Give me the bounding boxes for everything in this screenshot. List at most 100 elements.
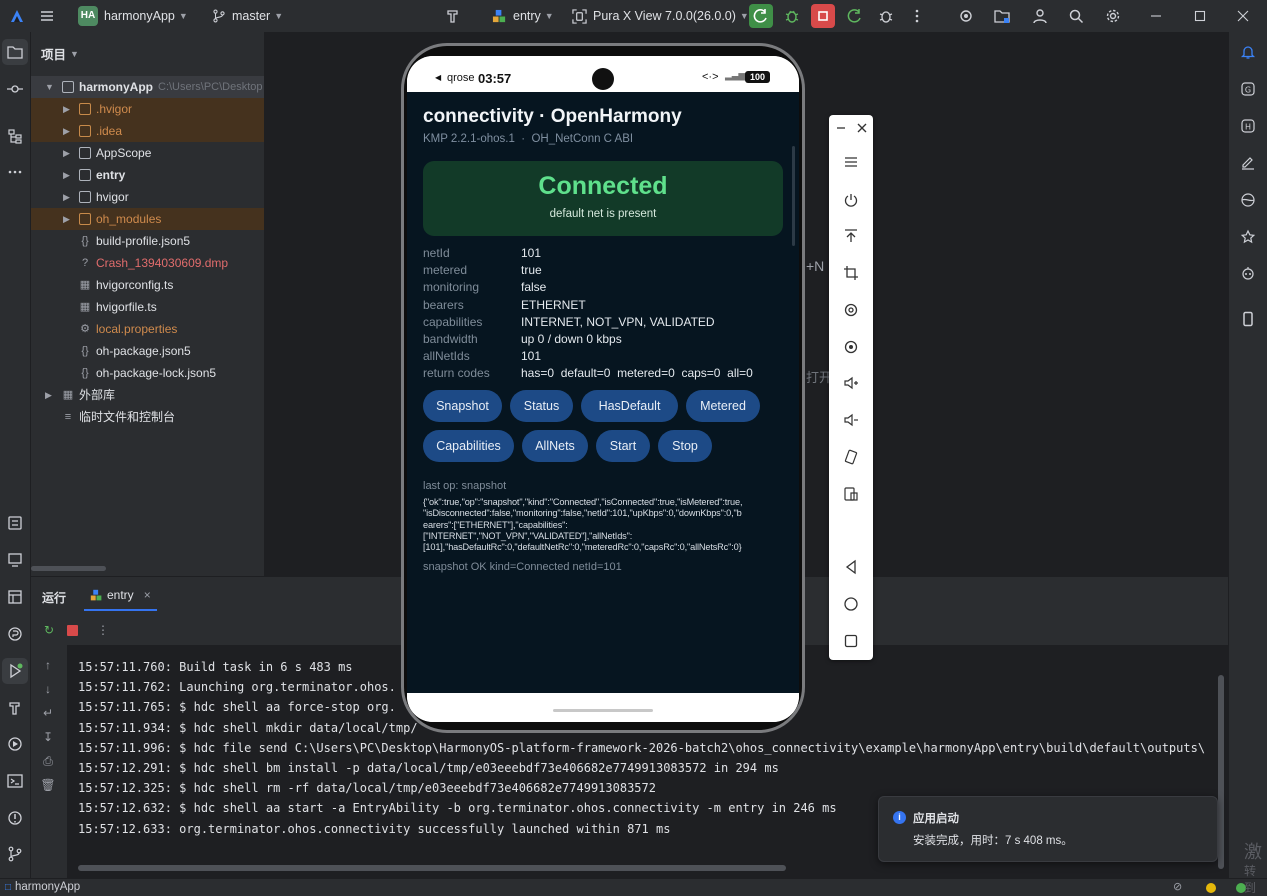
- tree-item[interactable]: ▶ .hvigor: [31, 98, 264, 120]
- rerun-icon[interactable]: ↻: [40, 621, 58, 639]
- hasdefault-button[interactable]: HasDefault: [581, 390, 678, 422]
- tree-item[interactable]: ▶ .idea: [31, 120, 264, 142]
- metered-button[interactable]: Metered: [686, 390, 760, 422]
- phone-screen[interactable]: ◀ qrose 03:57 <·> ▂▃▅ 100 connectivity ·…: [407, 56, 799, 722]
- build-hammer-icon[interactable]: [2, 695, 28, 721]
- h-plugin-icon[interactable]: H: [1237, 115, 1259, 137]
- more-vertical-icon[interactable]: [906, 5, 928, 27]
- app-scrollbar[interactable]: [792, 146, 795, 246]
- allnets-button[interactable]: AllNets: [522, 430, 588, 462]
- apply-changes-icon[interactable]: [844, 5, 866, 27]
- tree-item[interactable]: {} build-profile.json5: [31, 230, 264, 252]
- scroll-up-icon[interactable]: ↑: [39, 653, 57, 677]
- todo-icon[interactable]: [2, 510, 28, 536]
- profiler-icon[interactable]: [2, 621, 28, 647]
- robot-icon[interactable]: [1237, 262, 1259, 284]
- edit-note-icon[interactable]: [1237, 152, 1259, 174]
- star-badge-icon[interactable]: [1237, 226, 1259, 248]
- terminal-icon[interactable]: [2, 768, 28, 794]
- search-icon[interactable]: [1065, 5, 1087, 27]
- branch-selector[interactable]: master ▼: [212, 6, 283, 26]
- fold-device-icon[interactable]: [840, 483, 862, 505]
- hammer-build-icon[interactable]: [442, 5, 464, 27]
- g-plugin-icon[interactable]: G: [1237, 78, 1259, 100]
- tree-item[interactable]: ▦ hvigorconfig.ts: [31, 274, 264, 296]
- upload-icon[interactable]: [840, 225, 862, 247]
- problems-icon[interactable]: [2, 805, 28, 831]
- tree-item[interactable]: {} oh-package-lock.json5: [31, 362, 264, 384]
- rotate-device-icon[interactable]: [840, 446, 862, 468]
- home-indicator[interactable]: [553, 709, 653, 712]
- horizontal-scrollbar[interactable]: [31, 566, 106, 571]
- run-config-selector[interactable]: entry ▼: [492, 6, 554, 26]
- tree-item[interactable]: ? Crash_1394030609.dmp: [31, 252, 264, 274]
- close-window-icon[interactable]: [1232, 5, 1254, 27]
- tree-external-libs[interactable]: ▶ ▦ 外部库: [31, 384, 264, 406]
- warning-dot[interactable]: [1206, 883, 1216, 893]
- rotate-icon[interactable]: [840, 299, 862, 321]
- volume-down-icon[interactable]: [840, 409, 862, 431]
- main-menu-icon[interactable]: [36, 5, 58, 27]
- status-button[interactable]: Status: [510, 390, 573, 422]
- version-control-icon[interactable]: [2, 841, 28, 867]
- crop-screenshot-icon[interactable]: [840, 262, 862, 284]
- console-horizontal-scrollbar[interactable]: [78, 865, 786, 871]
- services-icon[interactable]: [2, 731, 28, 757]
- attach-debugger-icon[interactable]: [875, 5, 897, 27]
- project-selector[interactable]: HA harmonyApp ▼: [78, 6, 188, 26]
- debug-bug-icon[interactable]: [781, 5, 803, 27]
- start-button[interactable]: Start: [596, 430, 650, 462]
- snapshot-button[interactable]: Snapshot: [423, 390, 502, 422]
- tab-close-icon[interactable]: ×: [144, 588, 151, 602]
- menu-icon[interactable]: [840, 151, 862, 173]
- tree-scratches[interactable]: ≡ 临时文件和控制台: [31, 406, 264, 428]
- run-tool-icon[interactable]: [2, 658, 28, 684]
- device-manager-icon[interactable]: [2, 547, 28, 573]
- back-nav-icon[interactable]: [840, 556, 862, 578]
- power-icon[interactable]: [840, 189, 862, 211]
- rerun-button[interactable]: [749, 4, 773, 28]
- scroll-down-icon[interactable]: ↓: [39, 677, 57, 701]
- tree-item[interactable]: ▶ hvigor: [31, 186, 264, 208]
- scroll-to-end-icon[interactable]: ↧: [39, 725, 57, 749]
- layout-icon[interactable]: [2, 584, 28, 610]
- maximize-window-icon[interactable]: [1189, 5, 1211, 27]
- more-vertical-icon[interactable]: ⋮: [94, 621, 112, 639]
- console-vertical-scrollbar[interactable]: [1218, 675, 1224, 869]
- home-nav-icon[interactable]: [840, 593, 862, 615]
- project-panel-header[interactable]: 项目 ▼: [41, 44, 79, 63]
- close-emulator-icon[interactable]: [851, 117, 873, 139]
- project-folder-icon[interactable]: [2, 39, 28, 65]
- volume-up-icon[interactable]: [840, 372, 862, 394]
- soft-wrap-icon[interactable]: ↵: [39, 701, 57, 725]
- trash-icon[interactable]: 🗑: [39, 773, 57, 797]
- target-icon[interactable]: [955, 5, 977, 27]
- tree-item[interactable]: ⚙ local.properties: [31, 318, 264, 340]
- stop-button[interactable]: [811, 4, 835, 28]
- stop-button[interactable]: Stop: [658, 430, 712, 462]
- recents-nav-icon[interactable]: [840, 630, 862, 652]
- minimize-window-icon[interactable]: [1145, 5, 1167, 27]
- folder-sync-icon[interactable]: [991, 5, 1013, 27]
- status-project-name[interactable]: harmonyApp: [15, 879, 80, 895]
- tree-item[interactable]: ▶ AppScope: [31, 142, 264, 164]
- commit-icon[interactable]: [2, 76, 28, 102]
- tree-item[interactable]: {} oh-package.json5: [31, 340, 264, 362]
- tab-entry[interactable]: entry ×: [84, 581, 157, 611]
- gear-icon[interactable]: [1102, 5, 1124, 27]
- notifications-bell-icon[interactable]: [1237, 41, 1259, 63]
- device-selector[interactable]: Pura X View 7.0.0(26.0.0) ▼: [572, 6, 749, 26]
- account-icon[interactable]: [1029, 5, 1051, 27]
- phone-device-icon[interactable]: [1237, 308, 1259, 330]
- globe-icon[interactable]: [1237, 189, 1259, 211]
- capabilities-button[interactable]: Capabilities: [423, 430, 514, 462]
- more-horizontal-icon[interactable]: [2, 159, 28, 185]
- tree-item[interactable]: ▶ entry: [31, 164, 264, 186]
- tree-root[interactable]: ▼ harmonyApp C:\Users\PC\Desktop: [31, 76, 264, 98]
- tree-item[interactable]: ▦ hvigorfile.ts: [31, 296, 264, 318]
- minimize-emulator-icon[interactable]: [830, 117, 852, 139]
- notification-toast[interactable]: i 应用启动 安装完成，用时：7 s 408 ms。: [878, 796, 1218, 862]
- structure-icon[interactable]: [2, 123, 28, 149]
- tree-item[interactable]: ▶ oh_modules: [31, 208, 264, 230]
- no-sync-icon[interactable]: ⊘: [1173, 879, 1182, 895]
